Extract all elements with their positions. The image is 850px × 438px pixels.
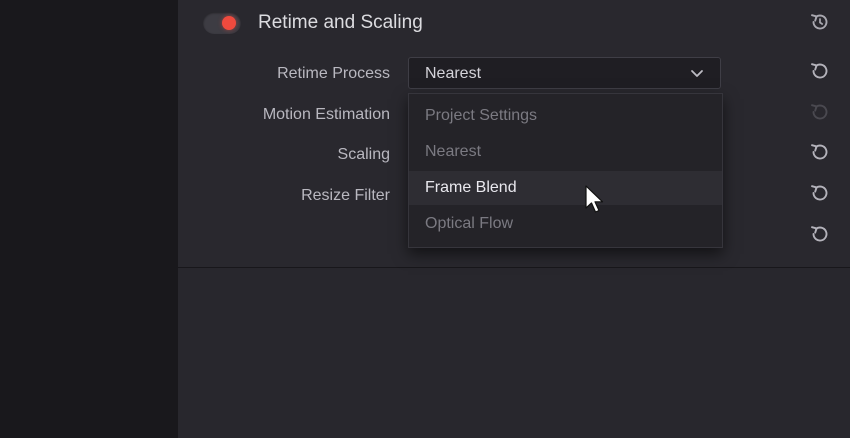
label-resize-filter: Resize Filter <box>301 187 390 204</box>
mouse-pointer-icon <box>584 185 606 215</box>
retime-process-select[interactable]: Nearest <box>408 57 721 89</box>
option-frame-blend[interactable]: Frame Blend <box>409 171 722 205</box>
reset-icon[interactable] <box>808 59 832 83</box>
option-optical-flow[interactable]: Optical Flow <box>409 207 722 241</box>
reset-icon <box>808 100 832 124</box>
retime-process-value: Nearest <box>425 65 482 82</box>
label-scaling: Scaling <box>337 146 390 163</box>
reset-icon[interactable] <box>808 222 832 246</box>
reset-icon[interactable] <box>808 181 832 205</box>
reset-icon[interactable] <box>808 140 832 164</box>
label-retime-process: Retime Process <box>277 65 390 82</box>
toggle-indicator <box>222 16 236 30</box>
section-enable-toggle[interactable] <box>203 12 241 34</box>
label-motion-estimation: Motion Estimation <box>262 106 390 123</box>
chevron-down-icon <box>690 67 704 79</box>
panel-empty-area <box>178 268 850 438</box>
option-nearest[interactable]: Nearest <box>409 135 722 169</box>
left-rail <box>0 0 178 438</box>
section-title: Retime and Scaling <box>258 12 423 33</box>
reset-icon[interactable] <box>808 10 832 34</box>
retime-process-dropdown: Project Settings Nearest Frame Blend Opt… <box>408 93 723 248</box>
option-project-settings[interactable]: Project Settings <box>409 99 722 133</box>
